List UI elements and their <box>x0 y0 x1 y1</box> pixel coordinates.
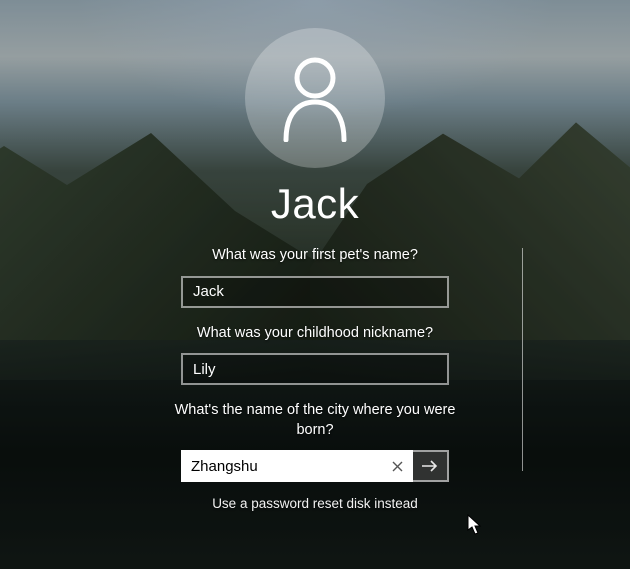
user-icon <box>276 54 354 142</box>
question-1-label: What was your first pet's name? <box>212 246 418 266</box>
question-3-input-wrap <box>181 450 413 482</box>
question-2-input[interactable] <box>181 353 449 385</box>
question-2-label: What was your childhood nickname? <box>197 324 433 344</box>
submit-button[interactable] <box>413 450 449 482</box>
login-stage: Jack What was your first pet's name? Wha… <box>0 0 630 569</box>
clear-icon[interactable] <box>387 450 407 482</box>
vertical-divider <box>522 248 523 471</box>
question-3-row <box>181 450 449 482</box>
user-display-name: Jack <box>271 180 359 228</box>
question-1-input[interactable] <box>181 276 449 308</box>
question-3-input[interactable] <box>181 450 413 482</box>
question-3-label: What's the name of the city where you we… <box>165 401 465 440</box>
use-reset-disk-link[interactable]: Use a password reset disk instead <box>212 496 418 511</box>
security-questions-block: What was your first pet's name? What was… <box>155 246 475 511</box>
user-avatar <box>245 28 385 168</box>
arrow-right-icon <box>421 459 439 473</box>
